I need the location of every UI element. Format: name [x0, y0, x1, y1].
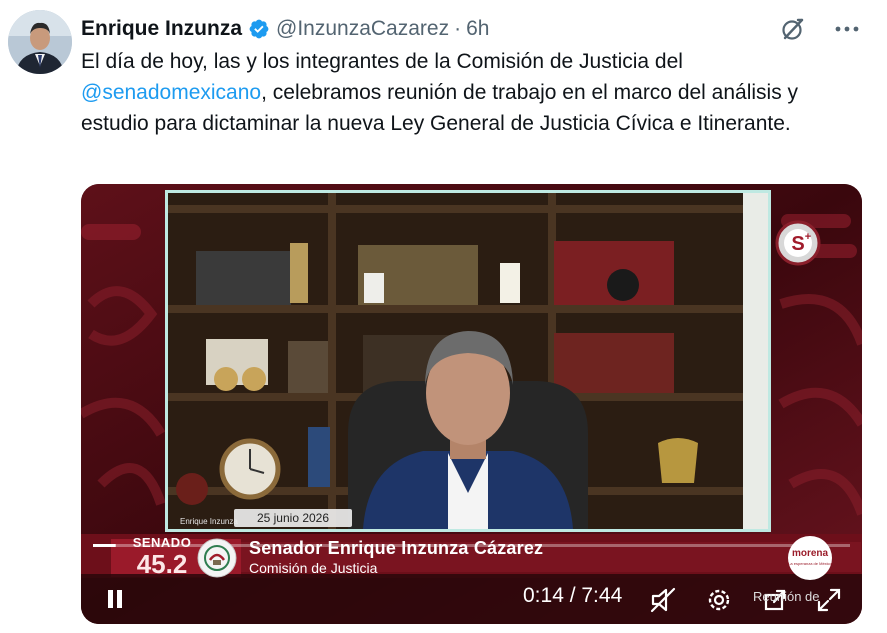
- svg-text:S: S: [791, 233, 804, 255]
- tweet-text-part1: El día de hoy, las y los integrantes de …: [81, 50, 683, 73]
- author-handle[interactable]: @InzunzaCazarez: [276, 17, 449, 41]
- separator-dot: ·: [454, 17, 462, 40]
- video-controls: 0:14 / 7:44 Reunión de: [81, 574, 862, 624]
- channel-logo-icon: S +: [775, 220, 821, 266]
- camera-feed: Enrique Inzunza 25 junio 2026: [165, 190, 771, 532]
- tweet-header: Enrique Inzunza @InzunzaCazarez · 6h: [81, 14, 867, 44]
- mute-icon[interactable]: [649, 586, 677, 614]
- lower-third: SENADO 45.2 Senador Enrique Inzunza Cáza…: [81, 534, 862, 580]
- settings-icon[interactable]: [705, 586, 733, 614]
- morena-tagline: La esperanza de México: [788, 561, 832, 566]
- tweet-time[interactable]: 6h: [466, 17, 489, 41]
- grok-button[interactable]: [773, 14, 813, 44]
- morena-logo-text: morena: [791, 548, 829, 559]
- mention-link[interactable]: @senadomexicano: [81, 81, 261, 104]
- author-avatar[interactable]: [8, 10, 72, 74]
- fullscreen-icon[interactable]: [815, 586, 843, 614]
- grok-icon: [782, 18, 804, 40]
- svg-text:+: +: [805, 231, 811, 243]
- more-icon: [835, 26, 859, 32]
- senado-word: SENADO: [132, 535, 192, 550]
- author-name[interactable]: Enrique Inzunza: [81, 17, 242, 41]
- camera-caption: Enrique Inzunza: [180, 517, 238, 526]
- speaker-scene: [168, 193, 768, 529]
- date-label: 25 junio 2026: [234, 509, 352, 527]
- pause-icon[interactable]: [105, 588, 125, 610]
- lower-third-name: Senador Enrique Inzunza Cázarez: [249, 538, 544, 558]
- senate-seal-icon: [197, 538, 237, 578]
- overlay-text: Reunión de: [753, 589, 820, 604]
- tweet-text: El día de hoy, las y los integrantes de …: [81, 46, 871, 139]
- more-button[interactable]: [827, 14, 867, 44]
- video-player[interactable]: Enrique Inzunza 25 junio 2026 S + SENADO…: [81, 184, 862, 624]
- timecode: 0:14 / 7:44: [523, 584, 623, 607]
- verified-badge-icon: [249, 19, 269, 39]
